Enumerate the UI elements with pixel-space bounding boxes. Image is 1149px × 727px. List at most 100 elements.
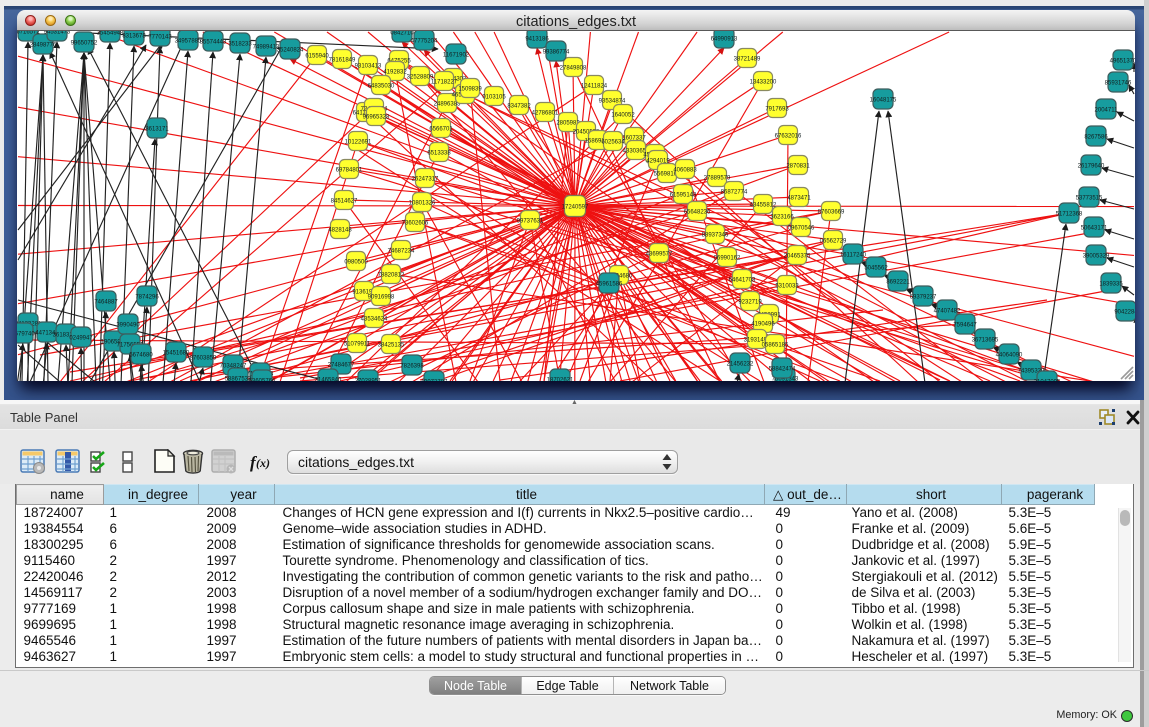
svg-text:34957885: 34957885 [175, 39, 202, 45]
svg-text:1839335: 1839335 [1099, 282, 1123, 288]
svg-text:94531473: 94531473 [44, 31, 71, 36]
svg-text:27849808: 27849808 [560, 66, 587, 72]
svg-text:96965328: 96965328 [363, 115, 390, 121]
svg-text:10801326: 10801326 [409, 201, 436, 207]
svg-text:4192832: 4192832 [383, 70, 407, 76]
svg-text:6566701: 6566701 [429, 127, 453, 133]
svg-text:49972787: 49972787 [421, 380, 448, 382]
svg-text:9042284: 9042284 [1114, 310, 1135, 316]
svg-text:1640052: 1640052 [611, 113, 635, 119]
svg-text:8692221: 8692221 [886, 280, 910, 286]
svg-text:44064090: 44064090 [996, 353, 1023, 359]
svg-text:85574443: 85574443 [200, 40, 227, 46]
svg-text:7826398: 7826398 [400, 364, 424, 370]
svg-text:93534874: 93534874 [599, 99, 626, 105]
svg-text:43699577: 43699577 [646, 252, 673, 258]
svg-text:2004711: 2004711 [1095, 108, 1119, 114]
svg-text:5674680: 5674680 [129, 353, 153, 359]
svg-text:53773515: 53773515 [1076, 196, 1103, 202]
svg-text:8613171: 8613171 [145, 127, 169, 133]
svg-text:11671902: 11671902 [443, 53, 470, 59]
svg-text:65648236: 65648236 [684, 210, 711, 216]
svg-text:3990490: 3990490 [116, 323, 140, 329]
svg-text:27484677: 27484677 [328, 363, 355, 369]
svg-text:87603859: 87603859 [190, 356, 217, 362]
svg-text:06562729: 06562729 [820, 239, 847, 245]
svg-text:06990162: 06990162 [714, 256, 741, 262]
svg-text:16048175: 16048175 [870, 98, 897, 104]
svg-text:64990913: 64990913 [711, 37, 738, 43]
svg-text:0980500: 0980500 [344, 260, 368, 266]
svg-text:39005329: 39005329 [1083, 254, 1110, 260]
svg-text:5310033: 5310033 [775, 284, 799, 290]
svg-text:47775204: 47775204 [411, 39, 438, 45]
svg-text:5045562: 5045562 [864, 266, 888, 272]
svg-text:4828148: 4828148 [328, 228, 352, 234]
svg-text:99386774: 99386774 [543, 50, 570, 56]
svg-text:67632016: 67632016 [775, 134, 802, 140]
svg-text:6155940: 6155940 [305, 54, 329, 60]
svg-text:4190496: 4190496 [751, 322, 775, 328]
svg-text:16117240: 16117240 [840, 253, 867, 259]
svg-text:20465375: 20465375 [784, 254, 811, 260]
svg-text:6513338: 6513338 [427, 151, 451, 157]
svg-text:90916998: 90916998 [368, 295, 395, 301]
svg-text:0249947: 0249947 [69, 336, 93, 342]
svg-text:28498776: 28498776 [30, 43, 57, 49]
svg-text:84514627: 84514627 [331, 199, 358, 205]
svg-text:50643171: 50643171 [1081, 226, 1108, 232]
svg-text:12411824: 12411824 [581, 84, 608, 90]
svg-text:21047095: 21047095 [1034, 380, 1061, 382]
svg-text:99737631: 99737631 [517, 219, 544, 225]
svg-text:26179640: 26179640 [1078, 164, 1105, 170]
svg-text:11718227: 11718227 [431, 80, 458, 86]
svg-text:51712368: 51712368 [1056, 212, 1083, 218]
svg-text:47407482: 47407482 [934, 309, 961, 315]
svg-text:09670546: 09670546 [788, 226, 815, 232]
svg-text:88937346: 88937346 [702, 233, 729, 239]
svg-text:74687234: 74687234 [388, 249, 415, 255]
svg-text:7874296: 7874296 [135, 295, 159, 301]
svg-text:10122691: 10122691 [345, 140, 372, 146]
svg-text:0103105: 0103105 [482, 95, 506, 101]
svg-text:4873471: 4873471 [787, 196, 811, 202]
svg-text:36713695: 36713695 [972, 338, 999, 344]
svg-text:43534624: 43534624 [361, 317, 388, 323]
svg-text:0842710: 0842710 [390, 31, 414, 37]
svg-text:27889579: 27889579 [704, 176, 731, 182]
svg-text:26247317: 26247317 [412, 177, 439, 183]
svg-text:35454948: 35454948 [97, 31, 124, 37]
svg-text:69379237: 69379237 [910, 295, 937, 301]
svg-text:7464887: 7464887 [94, 300, 118, 306]
svg-text:2870831: 2870831 [786, 164, 810, 170]
svg-text:8347382: 8347382 [507, 104, 531, 110]
svg-text:63605766: 63605766 [249, 379, 276, 382]
svg-text:27028951: 27028951 [355, 379, 382, 382]
svg-text:21456232: 21456232 [727, 362, 754, 368]
svg-text:9232719: 9232719 [738, 300, 762, 306]
svg-text:86872774: 86872774 [721, 190, 748, 196]
svg-text:38425135: 38425135 [378, 343, 405, 349]
svg-text:45961586: 45961586 [596, 282, 623, 288]
svg-text:05865185: 05865185 [762, 343, 789, 349]
svg-text:78820812: 78820812 [378, 273, 405, 279]
svg-text:42786801: 42786801 [532, 111, 559, 117]
svg-text:51079911: 51079911 [344, 342, 371, 348]
svg-text:8267586: 8267586 [1084, 135, 1108, 141]
svg-text:35240824: 35240824 [277, 48, 304, 54]
svg-text:(x): (x) [256, 456, 270, 470]
svg-text:99650752: 99650752 [71, 41, 98, 47]
svg-text:3623166: 3623166 [770, 215, 794, 221]
svg-text:78161849: 78161849 [329, 58, 356, 64]
svg-text:8313678: 8313678 [122, 34, 146, 40]
svg-text:87603669: 87603669 [818, 210, 845, 216]
svg-text:49651370: 49651370 [1110, 59, 1135, 65]
svg-text:0679740: 0679740 [17, 332, 35, 338]
svg-text:85931746: 85931746 [1105, 81, 1132, 87]
svg-text:1509839: 1509839 [458, 87, 482, 93]
svg-text:18702621: 18702621 [547, 378, 574, 382]
svg-text:15451680: 15451680 [163, 351, 190, 357]
svg-text:64641708: 64641708 [729, 278, 756, 284]
svg-text:93103413: 93103413 [355, 64, 382, 70]
svg-text:58842474: 58842474 [769, 367, 796, 373]
